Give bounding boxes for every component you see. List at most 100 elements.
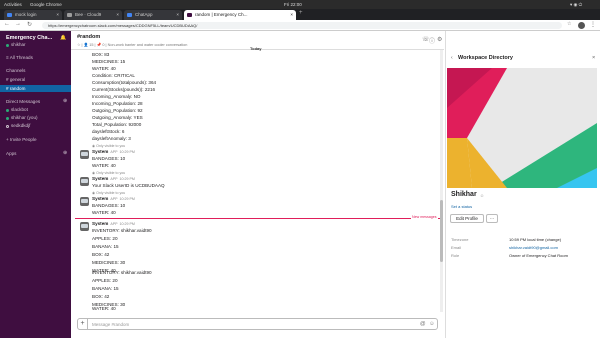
timestamp: 10:29 PM xyxy=(119,197,135,201)
message-line: MEDICINES: 15 xyxy=(92,59,126,64)
emoji-icon[interactable]: ☺ xyxy=(429,321,435,327)
avatar[interactable] xyxy=(80,197,89,206)
notification-bell-icon[interactable]: 🔔 xyxy=(60,35,66,41)
sidebar: Emergency Cha... 🔔 shikhar ≡ All Threads… xyxy=(0,31,71,338)
all-threads-label: All Threads xyxy=(9,55,33,60)
sidebar-item-slackbot[interactable]: slackbot xyxy=(11,107,28,112)
message-line: Your Slack UserID is UCDBUDAAQ xyxy=(92,183,165,188)
direct-messages-heading[interactable]: Direct Messages xyxy=(6,99,40,104)
menu-icon[interactable]: ⋮ xyxy=(590,21,596,28)
current-user: shikhar xyxy=(11,42,26,47)
tab-chatapp[interactable]: ChatApp × xyxy=(124,10,182,20)
profile-avatar-icon[interactable] xyxy=(578,22,585,29)
tab-favicon-icon xyxy=(67,13,72,17)
close-icon[interactable]: × xyxy=(116,10,119,20)
message-input[interactable]: Message #random xyxy=(92,322,129,327)
forward-icon[interactable]: → xyxy=(15,21,21,27)
sender-name: System xyxy=(92,149,109,154)
message-line: BANDAGES: 10 xyxy=(92,156,126,161)
message-line: Condition: CRITICAL xyxy=(92,73,135,78)
tab-label: random | Emergency Ch... xyxy=(195,12,248,17)
message-sender[interactable]: System APP 10:29 PM xyxy=(92,221,135,226)
presence-icon xyxy=(6,44,9,47)
more-actions-button[interactable]: ··· xyxy=(486,214,498,223)
activities-button[interactable]: Activities xyxy=(4,2,22,7)
close-icon[interactable]: × xyxy=(56,10,59,20)
settings-gear-icon[interactable]: ⚙ xyxy=(437,36,442,43)
close-icon[interactable]: × xyxy=(176,10,179,20)
apps-heading[interactable]: Apps xyxy=(6,151,16,156)
add-app-icon[interactable]: ⊕ xyxy=(63,150,67,156)
tab-label: Bee · Cloud9 xyxy=(75,12,102,17)
message-line: Total_Population: 92000 xyxy=(92,122,142,127)
message-sender[interactable]: System APP 10:29 PM xyxy=(92,196,135,201)
sidebar-item-dm-3[interactable]: sedkdkdjf xyxy=(11,123,30,128)
message-line: Incoming_Anomaly: NO xyxy=(92,94,141,99)
tab-mock-login[interactable]: mock login × xyxy=(4,10,62,20)
workspace-name[interactable]: Emergency Cha... xyxy=(6,35,52,41)
message-composer[interactable]: + Message #random @ ☺ xyxy=(77,318,438,330)
field-value: Owner of Emergency Chat Room xyxy=(509,253,568,258)
email-link[interactable]: shikhar.vaidt90@gmail.com xyxy=(509,245,558,250)
visibility-note: ◉ Only visible to you xyxy=(92,191,125,195)
clock[interactable]: Fri 22:00 xyxy=(284,2,302,7)
sidebar-item-random[interactable]: # random xyxy=(0,85,71,92)
new-tab-icon[interactable]: + xyxy=(299,10,303,16)
app-name[interactable]: Google Chrome xyxy=(30,2,62,7)
presence-icon xyxy=(6,109,9,112)
sender-name: System xyxy=(92,196,109,201)
message-line: Current(Stocks(pounds)): 2216 xyxy=(92,87,156,92)
edit-profile-button[interactable]: Edit Profile xyxy=(450,214,484,223)
mention-icon[interactable]: @ xyxy=(420,321,426,327)
system-tray-icon[interactable]: ▾ ◉ ⏻ xyxy=(570,2,582,8)
message-line: WATER: 40 xyxy=(92,66,116,71)
panel-title: Workspace Directory xyxy=(458,55,513,61)
back-icon[interactable]: ‹ xyxy=(451,55,453,61)
channel-title[interactable]: #random xyxy=(77,34,100,40)
add-dm-icon[interactable]: ⊕ xyxy=(63,98,67,104)
message-line: BANANA: 15 xyxy=(92,244,119,249)
scrollbar-thumb[interactable] xyxy=(440,200,443,262)
message-line: WATER: 40 xyxy=(92,163,116,168)
channels-heading[interactable]: Channels xyxy=(6,68,25,73)
close-icon[interactable]: × xyxy=(592,55,595,61)
avatar[interactable] xyxy=(80,177,89,186)
presence-icon xyxy=(6,117,9,120)
message-line: Outgoing_Anomaly: YES xyxy=(92,115,143,120)
message-line: Consumption(totalpounds): 364 xyxy=(92,80,157,85)
sidebar-item-general[interactable]: # general xyxy=(6,77,25,82)
app-badge: APP xyxy=(110,177,118,181)
timestamp: 10:29 PM xyxy=(119,177,135,181)
tab-cloud9[interactable]: Bee · Cloud9 × xyxy=(64,10,122,20)
reload-icon[interactable]: ↻ xyxy=(27,21,32,28)
back-icon[interactable]: ← xyxy=(4,21,10,27)
message-sender[interactable]: System APP 10:29 PM xyxy=(92,149,135,154)
all-threads-link[interactable]: ≡ All Threads xyxy=(6,55,33,60)
browser-tab-bar: mock login × Bee · Cloud9 × ChatApp × rando… xyxy=(0,9,600,20)
message-line: INVENTORY: shikhar.vaidt90 xyxy=(92,270,152,275)
avatar[interactable] xyxy=(80,222,89,231)
app-badge: APP xyxy=(110,197,118,201)
close-icon[interactable]: × xyxy=(290,10,293,20)
invite-people-link[interactable]: + Invite People xyxy=(6,137,37,142)
message-line: Outgoing_Population: 92 xyxy=(92,108,143,113)
tab-label: mock login xyxy=(15,12,37,17)
sidebar-item-shikhar[interactable]: shikhar (you) xyxy=(11,115,38,120)
attach-plus-icon[interactable]: + xyxy=(78,319,88,329)
message-list[interactable]: BOX: 83 MEDICINES: 15 WATER: 40 Conditio… xyxy=(71,50,444,312)
field-value[interactable]: 10:59 PM local time (change) xyxy=(509,237,561,242)
url-input[interactable]: https://emergencychatroom.slack.com/mess… xyxy=(42,22,562,29)
scrollbar[interactable] xyxy=(440,50,443,312)
timestamp: 10:29 PM xyxy=(119,222,135,226)
tab-random-slack[interactable]: random | Emergency Ch... × xyxy=(184,10,296,20)
tab-favicon-icon xyxy=(187,13,192,17)
field-label: Role xyxy=(451,253,460,258)
info-icon[interactable]: ⓘ xyxy=(429,36,435,45)
set-status-link[interactable]: Set a status xyxy=(451,204,472,209)
avatar[interactable] xyxy=(80,150,89,159)
message-line: BANANA: 15 xyxy=(92,286,119,291)
eye-icon: ◉ xyxy=(92,144,96,148)
eye-icon: ◉ xyxy=(92,171,96,175)
bookmark-star-icon[interactable]: ☆ xyxy=(567,21,571,27)
message-sender[interactable]: System APP 10:29 PM xyxy=(92,176,135,181)
